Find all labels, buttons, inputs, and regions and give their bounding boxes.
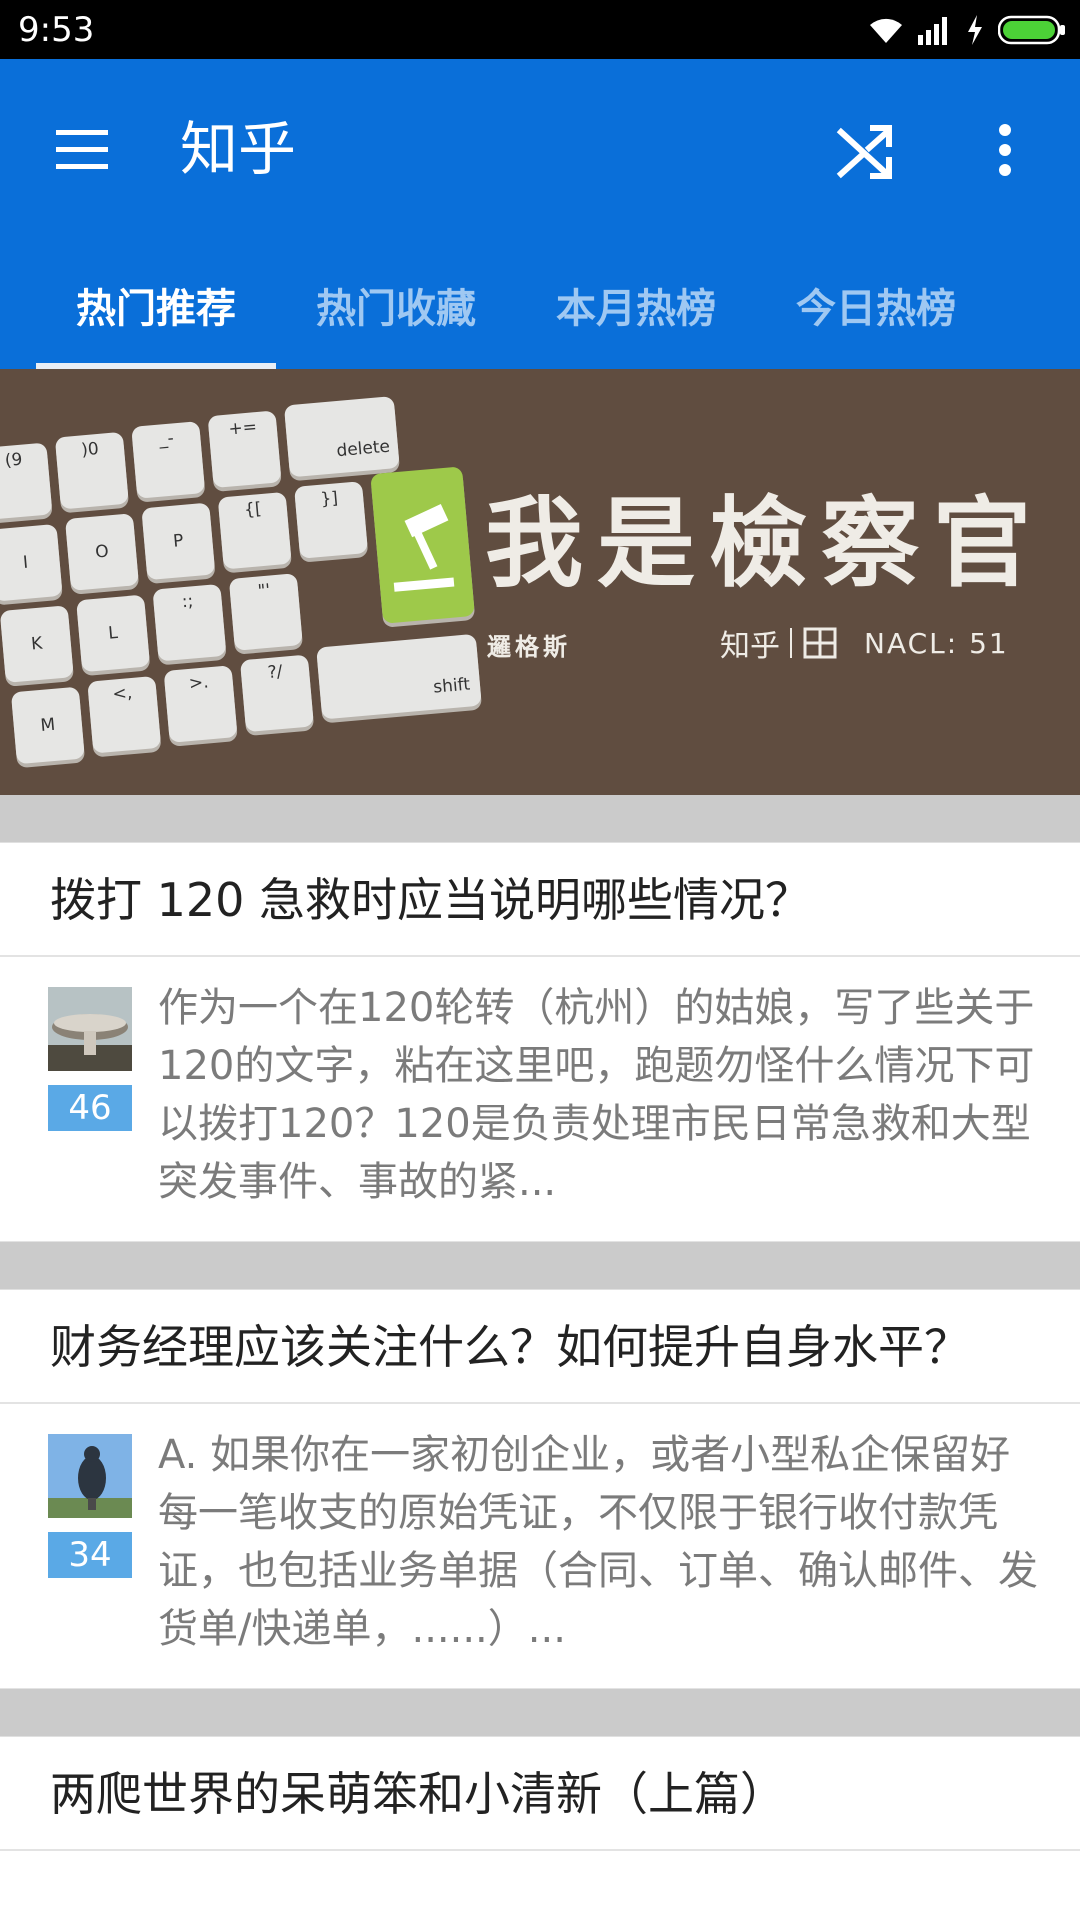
key: "' xyxy=(228,573,303,651)
gavel-icon xyxy=(393,504,455,592)
more-vert-icon[interactable] xyxy=(985,114,1025,184)
banner-author: 邏格斯 xyxy=(487,633,571,661)
key: K xyxy=(0,605,74,683)
key: delete xyxy=(283,396,400,478)
key: shift xyxy=(316,633,482,720)
banner-brand-name: 知乎 xyxy=(720,629,780,664)
key: (9 xyxy=(0,442,53,521)
key: M xyxy=(10,686,85,765)
signal-icon xyxy=(918,17,947,45)
menu-icon[interactable] xyxy=(52,119,112,179)
vote-count-badge: 46 xyxy=(48,1085,132,1131)
key: ?/ xyxy=(239,654,314,733)
wifi-icon xyxy=(870,18,902,43)
answer-preview[interactable]: 34 A. 如果你在一家初创企业，或者小型私企保留好每一笔收支的原始凭证，不仅限… xyxy=(0,1404,1080,1689)
status-icons xyxy=(868,12,1066,48)
feed-separator xyxy=(0,1689,1080,1737)
bird-avatar[interactable] xyxy=(48,1434,132,1518)
feed-card: 两爬世界的呆萌笨和小清新（上篇） xyxy=(0,1737,1080,1851)
tab-hot-recommend[interactable]: 热门推荐 xyxy=(36,259,276,363)
app-bar: 知乎 热门推荐 热门收藏 本月热榜 今日热榜 xyxy=(0,59,1080,370)
banner-brand: 知乎 NACL: 51 xyxy=(720,621,1009,665)
brand-divider xyxy=(790,628,792,658)
gavel-key xyxy=(370,466,475,624)
key: _- xyxy=(131,421,206,499)
question-title[interactable]: 财务经理应该关注什么？如何提升自身水平？ xyxy=(0,1290,1080,1404)
answer-excerpt: A. 如果你在一家初创企业，或者小型私企保留好每一笔收支的原始凭证，不仅限于银行… xyxy=(158,1432,1038,1652)
feed-separator xyxy=(0,795,1080,843)
banner-title: 我是檢察官 xyxy=(485,487,1046,601)
feed-card: 财务经理应该关注什么？如何提升自身水平？ 34 A. 如果你在一家初创企业，或者… xyxy=(0,1290,1080,1689)
answer-preview[interactable]: 46 作为一个在120轮转（杭州）的姑娘，写了些关于120的文字，粘在这里吧，跑… xyxy=(0,957,1080,1242)
key: >. xyxy=(163,665,238,743)
key: <, xyxy=(87,675,162,754)
battery-icon xyxy=(998,15,1065,45)
vote-count-badge: 34 xyxy=(48,1532,132,1578)
key: O xyxy=(64,513,139,591)
tab-month-top[interactable]: 本月热榜 xyxy=(516,259,756,363)
banner-nacl: NACL: 51 xyxy=(864,626,1009,660)
question-title[interactable]: 两爬世界的呆萌笨和小清新（上篇） xyxy=(0,1737,1080,1851)
key: )0 xyxy=(54,431,129,510)
status-bar: 9:53 xyxy=(0,0,1080,59)
charging-icon xyxy=(968,15,982,45)
status-time: 9:53 xyxy=(18,10,95,50)
keyboard-illustration: (9 )0 _- += delete I O P {[ }] K L :; "'… xyxy=(0,369,499,768)
tab-today-top[interactable]: 今日热榜 xyxy=(756,259,996,363)
key: }] xyxy=(294,481,369,559)
key: P xyxy=(141,502,216,581)
key: += xyxy=(207,410,282,489)
key: {[ xyxy=(217,491,292,570)
shuffle-icon[interactable] xyxy=(835,114,897,184)
key: L xyxy=(76,594,151,673)
feed-list: 拨打 120 急救时应当说明哪些情况？ 46 作为一个在120轮转（杭州）的姑娘… xyxy=(0,795,1080,1851)
feed-separator xyxy=(0,1242,1080,1290)
key: :; xyxy=(152,583,227,662)
feed-card: 拨打 120 急救时应当说明哪些情况？ 46 作为一个在120轮转（杭州）的姑娘… xyxy=(0,843,1080,1242)
tab-hot-favorites[interactable]: 热门收藏 xyxy=(276,259,516,363)
tab-bar: 热门推荐 热门收藏 本月热榜 今日热榜 xyxy=(0,259,1080,369)
app-title: 知乎 xyxy=(180,115,297,183)
feature-banner[interactable]: (9 )0 _- += delete I O P {[ }] K L :; "'… xyxy=(0,369,1080,795)
key: I xyxy=(0,523,63,602)
salt-logo-icon xyxy=(803,627,837,659)
answer-excerpt: 作为一个在120轮转（杭州）的姑娘，写了些关于120的文字，粘在这里吧，跑题勿怪… xyxy=(158,985,1035,1205)
mushroom-avatar[interactable] xyxy=(48,987,132,1071)
question-title[interactable]: 拨打 120 急救时应当说明哪些情况？ xyxy=(0,843,1080,957)
